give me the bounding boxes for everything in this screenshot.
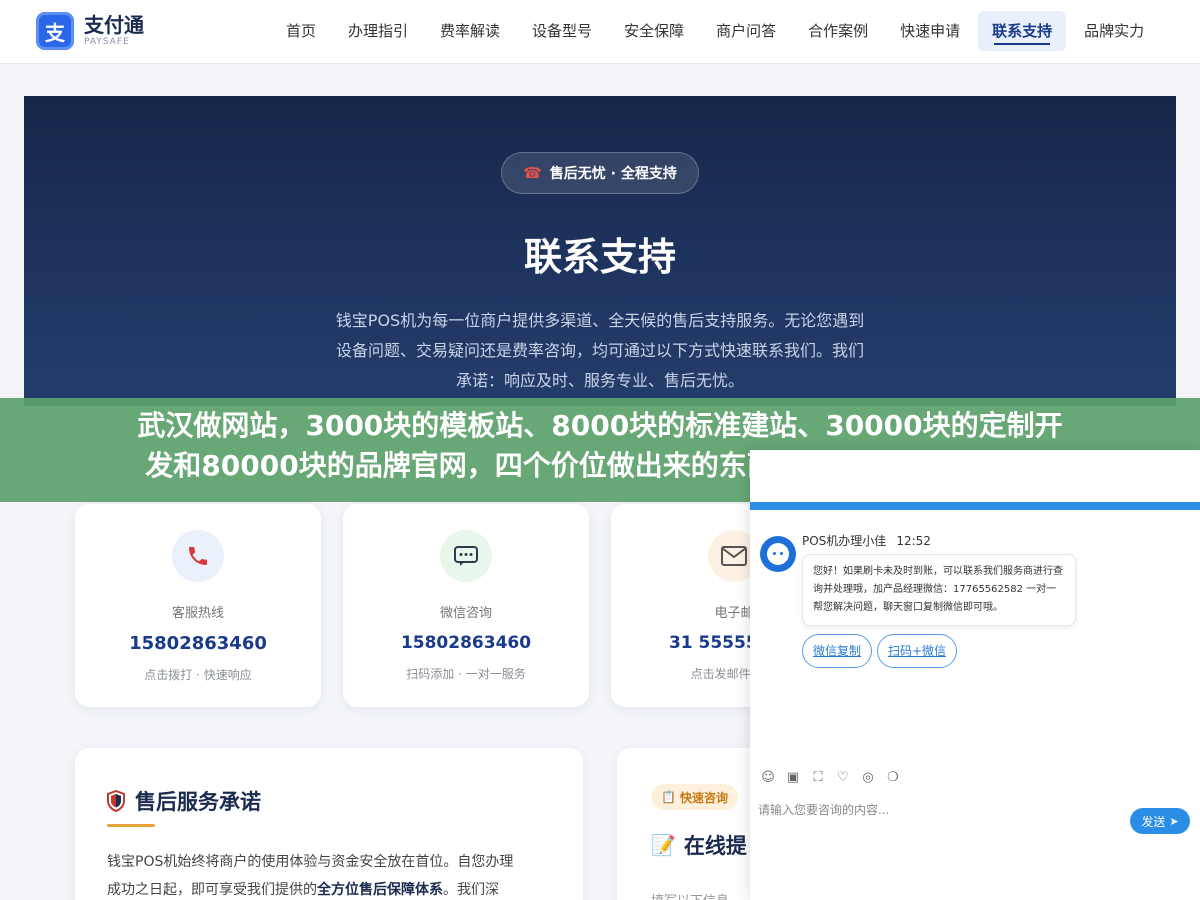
hero-banner: ☎ 售后无忧 · 全程支持 联系支持 钱宝POS机为每一位商户提供多渠道、全天候… (24, 96, 1176, 406)
scan-wechat-button[interactable]: 扫码+微信 (877, 634, 958, 668)
promise-text: 钱宝POS机始终将商户的使用体验与资金安全放在首位。自您办理 成功之日起，即可享… (107, 854, 514, 898)
clipboard-icon: 📋 (661, 790, 676, 804)
chat-icon (440, 530, 492, 582)
card-value: 15802863460 (129, 633, 267, 654)
section-subtitle: 填写以下信息， (651, 890, 742, 900)
page-title: 联系支持 (523, 235, 676, 279)
shield-icon (107, 790, 125, 812)
hero-badge: ☎ 售后无忧 · 全程支持 (501, 152, 699, 194)
section-title: 售后服务承诺 (135, 790, 261, 814)
chat-header-bar (750, 502, 1200, 510)
emoji-icon[interactable]: ☺ (760, 770, 776, 786)
chat-titlebar: — ▢ (750, 450, 1200, 502)
copy-wechat-button[interactable]: 微信复制 (802, 634, 873, 668)
image-icon[interactable]: ▣ (785, 770, 801, 786)
after-sales-promise-panel: 售后服务承诺 钱宝POS机始终将商户的使用体验与资金安全放在首位。自您办理 成功… (75, 748, 583, 900)
contact-card-hotline[interactable]: 客服热线 15802863460 点击拨打 · 快速响应 (75, 504, 321, 707)
nav-item-rates[interactable]: 费率解读 (426, 11, 514, 51)
card-value: 15802863460 (400, 633, 532, 653)
card-subtitle: 扫码添加 · 一对一服务 (406, 667, 526, 681)
agent-name: POS机办理小佳 (802, 534, 887, 548)
rating-icon[interactable]: ◎ (860, 770, 876, 786)
nav-item-cases[interactable]: 合作案例 (794, 11, 882, 51)
send-button[interactable]: 发送 ➤ (1130, 808, 1190, 834)
maximize-icon[interactable]: ▢ (1170, 464, 1186, 480)
chat-toolbar: ☺ ▣ ⛶ ♡ ◎ ❍ (750, 764, 1200, 792)
card-subtitle: 点击拨打 · 快速响应 (144, 668, 252, 682)
hero-description: 钱宝POS机为每一位商户提供多渠道、全天候的售后支持服务。无论您遇到 设备问题、… (335, 311, 865, 390)
site-logo[interactable]: 支 支付通 PAYSAFE (36, 12, 144, 50)
nav-item-faq[interactable]: 商户问答 (702, 11, 790, 51)
section-title: 在线提 (683, 834, 747, 858)
chat-bubble-icon[interactable]: ❍ (885, 770, 901, 786)
card-title: 微信咨询 (439, 606, 492, 621)
nav-item-devices[interactable]: 设备型号 (518, 11, 606, 51)
nav-item-security[interactable]: 安全保障 (610, 11, 698, 51)
send-icon: ➤ (1169, 814, 1179, 828)
nav-item-brand[interactable]: 品牌实力 (1070, 11, 1158, 51)
agent-message: 您好！如果刷卡未及时到账，可以联系我们服务商进行查询并处理哦，加产品经理微信：1… (802, 554, 1076, 626)
title-underline (107, 824, 155, 827)
minimize-icon[interactable]: — (1142, 464, 1158, 480)
card-title: 客服热线 (171, 606, 224, 621)
logo-name: 支付通 (84, 13, 144, 37)
chat-widget: — ▢ POS机办理小佳 12:52 您好！如果刷卡未及时到账，可以联系我们服务商… (750, 450, 1200, 900)
quick-consult-badge: 📋 快速咨询 (651, 784, 738, 810)
phone-icon: ☎ (523, 164, 542, 182)
nav-item-apply[interactable]: 快速申请 (886, 11, 974, 51)
contact-card-wechat[interactable]: 微信咨询 15802863460 扫码添加 · 一对一服务 (343, 504, 589, 707)
site-header: 支 支付通 PAYSAFE 首页 办理指引 费率解读 设备型号 安全保障 商户问… (0, 0, 1200, 64)
agent-avatar (760, 536, 796, 572)
phone-icon (172, 530, 224, 582)
screenshot-icon[interactable]: ⛶ (810, 770, 826, 786)
logo-icon: 支 (36, 12, 74, 50)
chat-input[interactable] (758, 796, 1118, 824)
nav-item-home[interactable]: 首页 (272, 11, 330, 51)
form-icon: 📝 (651, 833, 676, 857)
like-icon[interactable]: ♡ (835, 770, 851, 786)
message-time: 12:52 (896, 534, 931, 548)
logo-subtitle: PAYSAFE (84, 37, 130, 47)
main-nav: 首页 办理指引 费率解读 设备型号 安全保障 商户问答 合作案例 快速申请 联系… (270, 11, 1160, 51)
nav-item-support[interactable]: 联系支持 (978, 11, 1067, 51)
nav-item-guide[interactable]: 办理指引 (334, 11, 422, 51)
